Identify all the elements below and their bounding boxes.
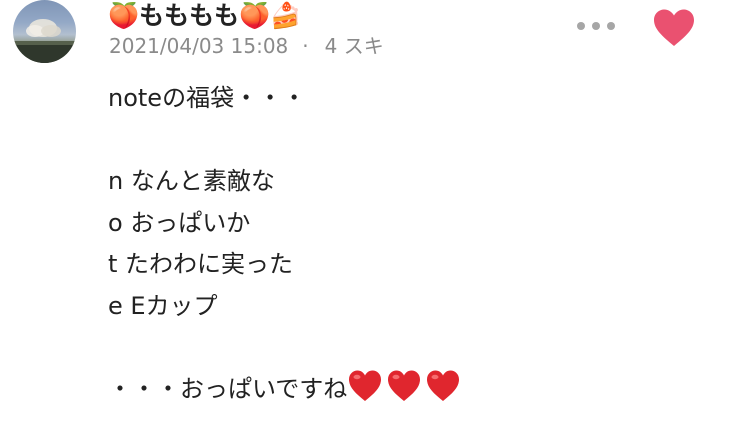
body-blank-line: [108, 328, 464, 370]
avatar[interactable]: [13, 0, 76, 63]
red-heart-emoji: [349, 370, 382, 402]
body-line: noteの福袋・・・: [108, 84, 307, 112]
timestamp: 2021/04/03 15:08: [109, 34, 289, 58]
body-blank-line: [108, 120, 464, 162]
red-heart-emoji: [388, 370, 421, 402]
heart-icon: [654, 9, 694, 46]
comment-body: noteの福袋・・・ n なんと素敵な o おっぱいか t たわわに実った e …: [108, 78, 464, 411]
more-options-button[interactable]: [577, 16, 615, 36]
post-meta: 2021/04/03 15:08 · 4 スキ: [109, 34, 384, 58]
body-line: e Eカップ: [108, 291, 218, 320]
more-dot: [592, 22, 600, 30]
body-closing-line: ・・・おっぱいですね: [108, 369, 464, 411]
like-button[interactable]: [652, 8, 696, 48]
more-dot: [607, 22, 615, 30]
author-name[interactable]: 🍑もももも🍑🍰: [108, 2, 301, 30]
body-line: o おっぱいか: [108, 208, 251, 237]
body-line: t たわわに実った: [108, 250, 294, 279]
closing-hearts: [347, 370, 464, 403]
more-horizontal-icon: [577, 22, 585, 30]
like-count[interactable]: 4 スキ: [325, 34, 384, 58]
body-line: n なんと素敵な: [108, 167, 275, 196]
closing-text: ・・・おっぱいですね: [108, 375, 348, 404]
red-heart-emoji: [427, 370, 460, 402]
avatar-image: [13, 19, 76, 63]
meta-separator: ·: [302, 34, 309, 58]
